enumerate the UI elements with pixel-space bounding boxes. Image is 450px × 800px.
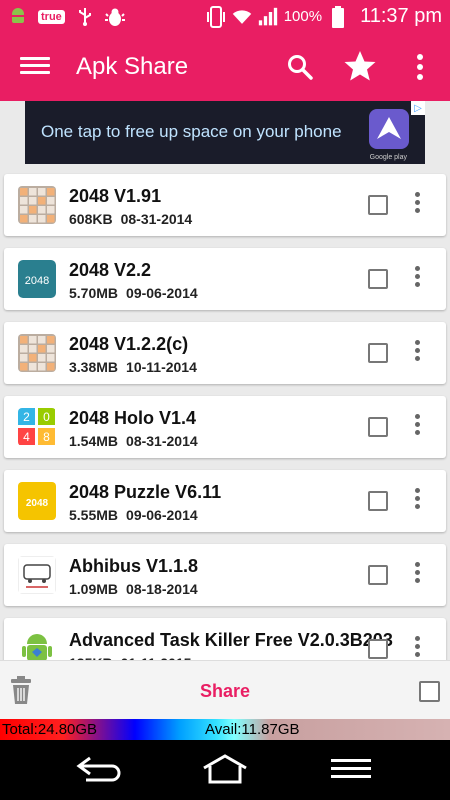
svg-text:2048: 2048: [26, 498, 49, 509]
app-select-checkbox[interactable]: [368, 565, 388, 585]
app-name: 2048 Holo V1.4: [69, 408, 197, 428]
more-vert-icon[interactable]: [410, 51, 430, 83]
app-list-item[interactable]: 2048 V1.2.2(c) 3.38MB 10-11-2014: [4, 322, 446, 384]
app-name: 2048 V1.2.2(c): [69, 334, 189, 354]
storage-bar: Total:24.80GB Avail:11.87GB: [0, 719, 450, 740]
app-list-item[interactable]: 2048 2048 V2.2 5.70MB 09-06-2014: [4, 248, 446, 310]
app-date: 08-18-2014: [126, 581, 198, 597]
app-size: 5.70MB: [69, 285, 119, 301]
holo-2048-icon: 2048: [18, 408, 56, 446]
vibrate-icon: [206, 5, 226, 28]
item-more-vert-icon[interactable]: [410, 263, 424, 293]
ad-store-badge: Google play: [369, 154, 407, 161]
app-date: 08-31-2014: [120, 211, 193, 227]
app-bar: Apk Share: [0, 33, 450, 101]
app-list-item[interactable]: Abhibus V1.1.8 1.09MB 08-18-2014: [4, 544, 446, 606]
trash-icon[interactable]: [10, 675, 32, 705]
app-date: 08-31-2014: [126, 433, 198, 449]
app-select-checkbox[interactable]: [368, 417, 388, 437]
app-name: 2048 Puzzle V6.11: [69, 482, 222, 502]
app-size: 3.38MB: [69, 359, 119, 375]
svg-text:4: 4: [23, 430, 30, 444]
bus-icon: [18, 556, 56, 594]
bottom-action-bar: Share: [0, 660, 450, 719]
item-more-vert-icon[interactable]: [410, 337, 424, 367]
item-more-vert-icon[interactable]: [410, 485, 424, 515]
storage-total: Total:24.80GB: [2, 721, 98, 738]
status-bar: true 100% 11:37 pm: [0, 0, 450, 33]
app-select-checkbox[interactable]: [368, 195, 388, 215]
item-more-vert-icon[interactable]: [410, 189, 424, 219]
app-title: Apk Share: [76, 53, 189, 80]
teal-2048-icon: 2048: [18, 260, 56, 298]
wifi-icon: [232, 7, 252, 27]
app-date: 09-06-2014: [126, 285, 198, 301]
svg-text:2048: 2048: [25, 275, 49, 287]
app-select-checkbox[interactable]: [368, 491, 388, 511]
app-meta: 1.09MB 08-18-2014: [69, 581, 198, 597]
item-more-vert-icon[interactable]: [410, 411, 424, 441]
star-icon[interactable]: [343, 49, 377, 83]
battery-icon: [328, 5, 348, 28]
app-select-checkbox[interactable]: [368, 343, 388, 363]
app-list-item[interactable]: 2 0 4 8 2048 Holo V1.4 1.54MB 08-31-2014: [4, 396, 446, 458]
storage-available: Avail:11.87GB: [205, 721, 300, 738]
battery-percent: 100%: [283, 8, 323, 25]
select-all-checkbox[interactable]: [419, 681, 440, 702]
app-name: Advanced Task Killer Free V2.0.3B203: [69, 630, 393, 650]
android-icon: [8, 7, 28, 27]
svg-text:8: 8: [43, 430, 50, 444]
app-name: 2048 V2.2: [69, 260, 152, 280]
item-more-vert-icon[interactable]: [410, 633, 424, 663]
ad-app-logo-icon: [367, 107, 411, 151]
app-meta: 3.38MB 10-11-2014: [69, 359, 197, 375]
app-date: 10-11-2014: [126, 359, 197, 375]
app-list-item[interactable]: 2048 V1.91 608KB 08-31-2014: [4, 174, 446, 236]
app-date: 09-06-2014: [126, 507, 198, 523]
ad-text: One tap to free up space on your phone: [41, 122, 342, 141]
app-name: 2048 V1.91: [69, 186, 162, 206]
recent-menu-icon[interactable]: [331, 759, 371, 781]
bug-icon: [104, 7, 125, 27]
yellow-2048-icon: 2048: [18, 482, 56, 520]
ad-banner[interactable]: One tap to free up space on your phone G…: [25, 101, 425, 164]
app-select-checkbox[interactable]: [368, 639, 388, 659]
app-meta: 608KB 08-31-2014: [69, 211, 192, 227]
carrier-badge: true: [38, 9, 65, 24]
app-size: 1.09MB: [69, 581, 119, 597]
app-meta: 5.70MB 09-06-2014: [69, 285, 198, 301]
app-meta: 1.54MB 08-31-2014: [69, 433, 198, 449]
clock: 11:37 pm: [360, 5, 442, 27]
system-nav-bar: [0, 740, 450, 800]
svg-text:0: 0: [43, 410, 50, 424]
app-meta: 5.55MB 09-06-2014: [69, 507, 198, 523]
grid-2048-icon: [18, 334, 56, 372]
app-size: 1.54MB: [69, 433, 119, 449]
app-size: 608KB: [69, 211, 113, 227]
ad-info-icon[interactable]: ▷: [411, 101, 425, 115]
app-select-checkbox[interactable]: [368, 269, 388, 289]
app-list-item[interactable]: 2048 2048 Puzzle V6.11 5.55MB 09-06-2014: [4, 470, 446, 532]
app-name: Abhibus V1.1.8: [69, 556, 199, 576]
home-icon[interactable]: [202, 754, 248, 784]
back-icon[interactable]: [76, 756, 122, 782]
usb-icon: [75, 7, 95, 27]
share-button[interactable]: Share: [190, 681, 260, 702]
hamburger-menu-icon[interactable]: [20, 53, 50, 81]
svg-text:2: 2: [23, 410, 30, 424]
app-list-area[interactable]: One tap to free up space on your phone G…: [0, 101, 450, 719]
app-size: 5.55MB: [69, 507, 119, 523]
search-icon[interactable]: [286, 53, 314, 81]
grid-2048-icon: [18, 186, 56, 224]
item-more-vert-icon[interactable]: [410, 559, 424, 589]
signal-icon: [258, 7, 278, 27]
